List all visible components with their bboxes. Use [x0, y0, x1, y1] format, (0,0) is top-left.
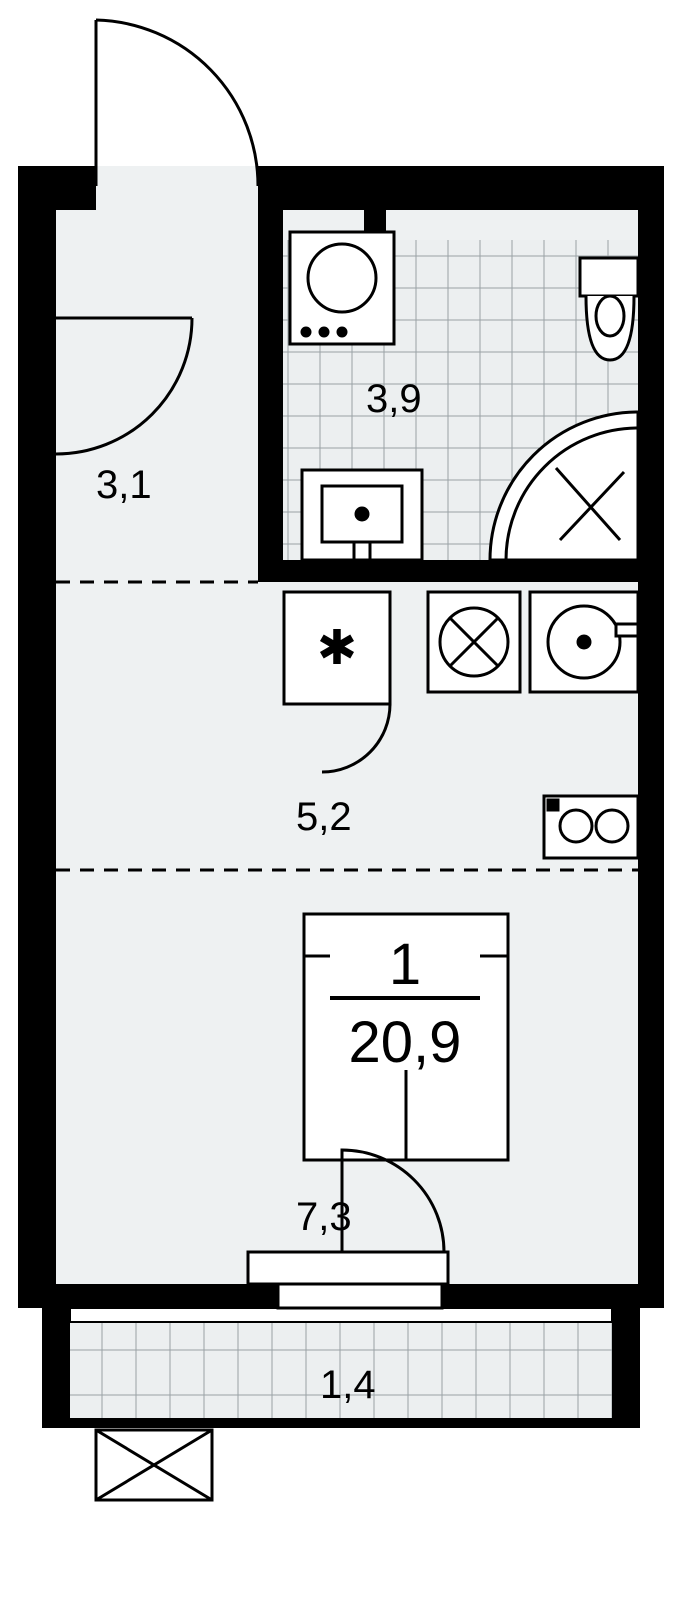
sink-icon: [302, 470, 422, 560]
bathroom-area: 3,9: [366, 377, 422, 421]
ac-unit-icon: [96, 1430, 212, 1500]
appliance-icon: [428, 592, 520, 692]
balcony-area: 1,4: [320, 1363, 376, 1407]
summary-block: 1 20,9 1 20,9: [330, 930, 480, 1075]
svg-text:1: 1: [389, 932, 421, 997]
hall-area: 3,1: [96, 463, 152, 507]
kitchen-sink-icon: [530, 592, 638, 692]
svg-text:✱: ✱: [317, 622, 357, 675]
kitchen-area: 5,2: [296, 795, 352, 839]
cooktop-icon: [544, 796, 638, 858]
floor-plan: ✱ 1: [0, 0, 683, 1600]
washing-machine-icon: [290, 232, 394, 344]
svg-text:20,9: 20,9: [349, 1010, 462, 1075]
living-area: 7,3: [296, 1195, 352, 1239]
